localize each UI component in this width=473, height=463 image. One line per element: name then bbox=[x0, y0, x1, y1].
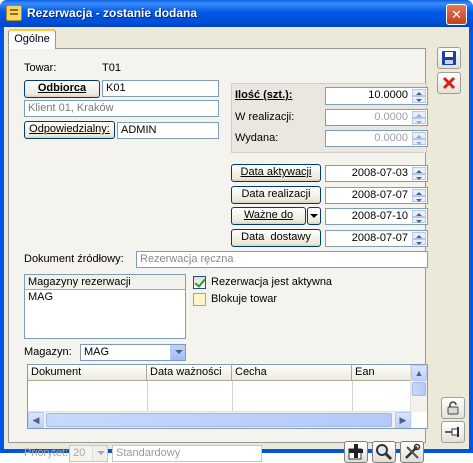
grid-vertical-scrollbar[interactable]: ▲ bbox=[410, 365, 427, 412]
w-realizacji-value: 0.0000 bbox=[374, 111, 408, 123]
data-realizacji-button[interactable]: Data realizacji bbox=[231, 186, 321, 204]
wydana-label: Wydana: bbox=[235, 132, 279, 144]
data-dostawy-label: Data dostawy bbox=[241, 231, 311, 243]
data-realizacji-label: Data realizacji bbox=[241, 188, 311, 200]
lock-button[interactable] bbox=[441, 397, 465, 419]
ilosc-value: 10.0000 bbox=[368, 89, 408, 101]
save-icon bbox=[442, 51, 456, 65]
blokuje-towar-checkbox[interactable] bbox=[193, 293, 206, 306]
ilosc-spin-down[interactable] bbox=[412, 96, 426, 103]
grid-vertical-thumb[interactable] bbox=[412, 382, 426, 396]
wazne-do-button[interactable]: Ważne do bbox=[231, 207, 306, 225]
magazyny-rezerwacji-header: Magazyny rezerwacji bbox=[25, 275, 185, 290]
delete-button[interactable] bbox=[437, 72, 461, 94]
data-dostawy-field[interactable]: 2008-07-07 bbox=[325, 230, 428, 247]
magazyn-select[interactable]: MAG bbox=[80, 344, 186, 361]
pin-icon bbox=[445, 427, 459, 437]
grid-header-dokument[interactable]: Dokument bbox=[28, 365, 147, 381]
wazne-do-spin-down[interactable] bbox=[412, 216, 426, 223]
magazyny-rezerwacji-list[interactable]: Magazyny rezerwacji MAG bbox=[24, 274, 186, 339]
data-dostawy-button[interactable]: Data dostawy bbox=[231, 229, 321, 247]
towar-value: T01 bbox=[102, 62, 121, 74]
window-close-button[interactable]: ✕ bbox=[446, 4, 467, 25]
data-aktywacji-spin-down[interactable] bbox=[412, 173, 426, 180]
chevron-down-icon bbox=[310, 214, 318, 222]
rezerwacja-aktywna-checkbox[interactable] bbox=[193, 276, 206, 289]
pin-button[interactable] bbox=[441, 421, 465, 443]
odbiorca-button[interactable]: Odbiorca bbox=[24, 80, 100, 98]
data-aktywacji-button[interactable]: Data aktywacji bbox=[231, 164, 321, 182]
data-realizacji-value: 2008-07-07 bbox=[351, 189, 408, 201]
ilosc-spin-up[interactable] bbox=[412, 89, 426, 96]
window-title: Rezerwacja - zostanie dodana bbox=[27, 6, 198, 20]
search-button[interactable] bbox=[372, 441, 396, 463]
documents-grid[interactable]: Dokument Data ważności Cecha Ean ▲ ◀ ▶ bbox=[27, 364, 428, 429]
add-document-icon bbox=[348, 444, 363, 460]
tab-panel-ogolne: Towar: T01 Odbiorca K01 Klient 01, Krakó… bbox=[8, 48, 428, 463]
save-button[interactable] bbox=[437, 47, 461, 69]
data-dostawy-value: 2008-07-07 bbox=[351, 232, 408, 244]
data-dostawy-spin-down[interactable] bbox=[412, 238, 426, 245]
add-button[interactable] bbox=[344, 441, 368, 463]
window-client: Ogólne Towar: T01 Odbiorca K01 Klient 01… bbox=[4, 27, 469, 463]
blokuje-towar-label: Blokuje towar bbox=[211, 293, 278, 305]
priorytet-value: 20 bbox=[73, 447, 86, 459]
window: Rezerwacja - zostanie dodana ✕ Ogólne To… bbox=[0, 0, 473, 463]
magazyn-label: Magazyn: bbox=[24, 346, 72, 358]
ilosc-stepper[interactable]: 10.0000 bbox=[325, 87, 428, 105]
title-bar[interactable]: Rezerwacja - zostanie dodana ✕ bbox=[0, 0, 473, 27]
tab-ogolne[interactable]: Ogólne bbox=[8, 29, 56, 49]
scroll-left-icon[interactable]: ◀ bbox=[28, 412, 44, 428]
towar-label: Towar: bbox=[24, 62, 57, 74]
rezerwacja-aktywna-label: Rezerwacja jest aktywna bbox=[211, 276, 333, 288]
odpowiedzialny-input[interactable]: ADMIN bbox=[117, 122, 219, 139]
wazne-do-field[interactable]: 2008-07-10 bbox=[325, 208, 428, 225]
wydana-spin-down bbox=[412, 138, 426, 145]
ilosc-label: Ilość (szt.): bbox=[235, 89, 293, 101]
priorytet-name-field: Standardowy bbox=[112, 445, 262, 462]
data-aktywacji-field[interactable]: 2008-07-03 bbox=[325, 165, 428, 182]
magazyn-dropdown-icon[interactable] bbox=[170, 345, 185, 360]
close-icon bbox=[442, 76, 456, 90]
wydana-value: 0.0000 bbox=[374, 132, 408, 144]
grid-header-cecha[interactable]: Cecha bbox=[232, 365, 352, 381]
lock-icon bbox=[447, 401, 459, 415]
grid-horizontal-scrollbar[interactable]: ◀ ▶ bbox=[28, 411, 412, 428]
grid-header-ean[interactable]: Ean bbox=[352, 365, 412, 381]
grid-horizontal-thumb[interactable] bbox=[46, 413, 392, 427]
tools-button[interactable] bbox=[400, 441, 424, 463]
tools-icon bbox=[405, 443, 421, 459]
data-realizacji-field[interactable]: 2008-07-07 bbox=[325, 187, 428, 204]
data-aktywacji-label: Data aktywacji bbox=[240, 166, 312, 178]
list-item[interactable]: MAG bbox=[25, 290, 185, 304]
w-realizacji-label: W realizacji: bbox=[235, 111, 295, 123]
magazyn-value: MAG bbox=[84, 346, 110, 358]
scroll-up-icon[interactable]: ▲ bbox=[411, 365, 427, 381]
scroll-right-icon[interactable]: ▶ bbox=[395, 412, 411, 428]
odpowiedzialny-button[interactable]: Odpowiedzialny: bbox=[24, 121, 115, 139]
w-realizacji-spin-down bbox=[412, 117, 426, 124]
wydana-field: 0.0000 bbox=[325, 130, 428, 147]
dokument-zrodlowy-label: Dokument źródłowy: bbox=[24, 253, 124, 265]
window-app-icon bbox=[6, 5, 22, 21]
wazne-do-dropdown-button[interactable] bbox=[307, 207, 321, 225]
wazne-do-label: Ważne do bbox=[243, 209, 294, 221]
data-aktywacji-value: 2008-07-03 bbox=[351, 167, 408, 179]
wazne-do-value: 2008-07-10 bbox=[351, 210, 408, 222]
data-realizacji-spin-down[interactable] bbox=[412, 195, 426, 202]
odbiorca-code-input[interactable]: K01 bbox=[102, 80, 219, 97]
grid-header-data-waznosci[interactable]: Data ważności bbox=[147, 365, 232, 381]
search-icon bbox=[376, 444, 393, 461]
dokument-zrodlowy-field: Rezerwacja ręczna bbox=[136, 251, 428, 268]
priorytet-select: 20 bbox=[69, 445, 108, 462]
odbiorca-description-field: Klient 01, Kraków bbox=[24, 100, 219, 117]
priorytet-dropdown-icon bbox=[92, 446, 107, 461]
w-realizacji-field: 0.0000 bbox=[325, 109, 428, 126]
priorytet-label: Priorytet: bbox=[24, 447, 69, 459]
